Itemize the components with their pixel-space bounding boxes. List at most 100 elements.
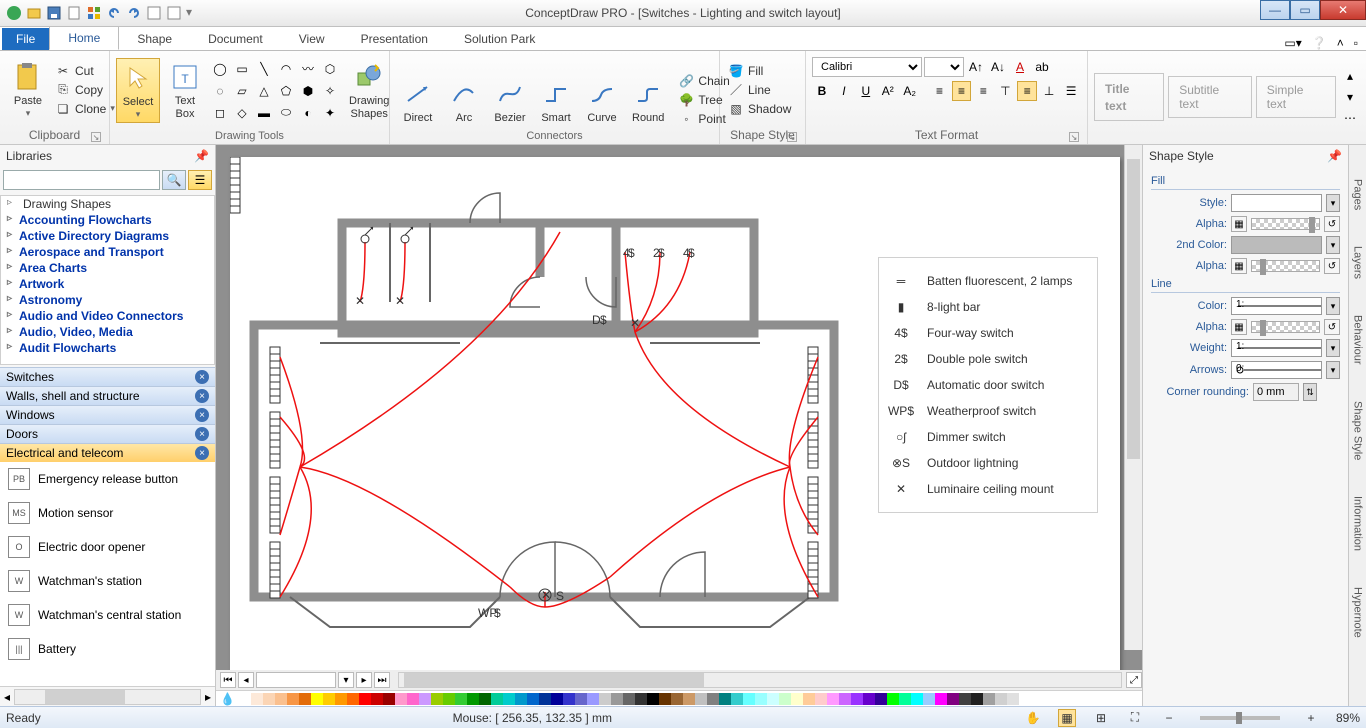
file-tab[interactable]: File <box>2 28 49 50</box>
sheet-tab[interactable] <box>256 672 336 688</box>
tree-item[interactable]: Aerospace and Transport <box>1 244 214 260</box>
sheet-more-icon[interactable]: ▾ <box>338 672 354 688</box>
tab-home[interactable]: Home <box>49 26 119 50</box>
color-swatch[interactable] <box>875 693 887 705</box>
reset-icon[interactable]: ↺ <box>1324 258 1340 274</box>
tree-item[interactable]: Artwork <box>1 276 214 292</box>
font-size-select[interactable]: 11 <box>924 57 964 77</box>
color-swatch[interactable] <box>323 693 335 705</box>
dropdown-icon[interactable]: ▾ <box>1326 236 1340 254</box>
style-simple[interactable]: Simple text <box>1256 76 1336 118</box>
zoom-out-icon[interactable]: − <box>1160 709 1178 727</box>
color-swatch[interactable] <box>587 693 599 705</box>
gallery-down-icon[interactable]: ▾ <box>1340 87 1360 107</box>
sheet-first-icon[interactable]: ⏮ <box>220 672 236 688</box>
color-swatch[interactable] <box>467 693 479 705</box>
line-weight-field[interactable]: 1: <box>1231 339 1322 357</box>
tree-item[interactable]: Area Charts <box>1 260 214 276</box>
maximize-button[interactable]: ▭ <box>1290 0 1320 20</box>
close-icon[interactable]: × <box>195 389 209 403</box>
color-swatch[interactable] <box>383 693 395 705</box>
increase-font-icon[interactable]: A↑ <box>966 57 986 77</box>
color-swatch[interactable] <box>611 693 623 705</box>
tree-item[interactable]: Astronomy <box>1 292 214 308</box>
hand-tool-icon[interactable]: ✋ <box>1024 709 1042 727</box>
close-icon[interactable]: × <box>195 446 209 460</box>
color-swatch[interactable] <box>683 693 695 705</box>
collapse-ribbon-icon[interactable]: ˄ <box>1337 36 1344 50</box>
underline-icon[interactable]: U <box>856 81 876 101</box>
shape-list[interactable]: PBEmergency release buttonMSMotion senso… <box>0 462 215 686</box>
drawing-shapes-button[interactable]: Drawing Shapes <box>343 57 395 123</box>
pin-icon[interactable]: 📌 <box>1327 149 1342 163</box>
clear-format-icon[interactable]: ab <box>1032 57 1052 77</box>
tab-presentation[interactable]: Presentation <box>343 28 446 50</box>
lib-walls[interactable]: Walls, shell and structure× <box>0 386 215 405</box>
qat-open-icon[interactable] <box>26 5 42 21</box>
qat-undo-icon[interactable] <box>106 5 122 21</box>
close-button[interactable]: ✕ <box>1320 0 1366 20</box>
qat-save-icon[interactable] <box>46 5 62 21</box>
gallery-up-icon[interactable]: ▴ <box>1340 66 1360 86</box>
tab-view[interactable]: View <box>281 28 343 50</box>
qat-pin-icon[interactable] <box>166 5 182 21</box>
align-bottom-icon[interactable]: ⊥ <box>1039 81 1059 101</box>
tab-solution-park[interactable]: Solution Park <box>446 28 553 50</box>
color-swatch[interactable] <box>995 693 1007 705</box>
drawing-page[interactable]: 4$ 2$ 4$ D$ ✕✕ ✕ ✕S WP$ ═Batten fluores <box>230 157 1120 670</box>
color-swatch[interactable] <box>431 693 443 705</box>
dropdown-icon[interactable]: ▾ <box>1326 297 1340 315</box>
color-swatch[interactable] <box>551 693 563 705</box>
superscript-icon[interactable]: A² <box>878 81 898 101</box>
bold-icon[interactable]: B <box>812 81 832 101</box>
color-swatch[interactable] <box>971 693 983 705</box>
grid-icon[interactable]: ⊞ <box>1092 709 1110 727</box>
window-icon[interactable]: ▭▾ <box>1284 36 1301 50</box>
line-alpha-slider[interactable] <box>1251 321 1320 333</box>
qat-new-icon[interactable] <box>66 5 82 21</box>
eyedropper-icon[interactable]: 💧 <box>220 692 235 706</box>
dropdown-icon[interactable]: ▾ <box>1326 339 1340 357</box>
fill-alpha-slider[interactable] <box>1251 218 1320 230</box>
color-swatch[interactable] <box>335 693 347 705</box>
subscript-icon[interactable]: A₂ <box>900 81 920 101</box>
color-palette[interactable]: 💧 <box>216 690 1142 706</box>
spinner-icon[interactable]: ⇅ <box>1303 383 1317 401</box>
decrease-font-icon[interactable]: A↓ <box>988 57 1008 77</box>
align-right-icon[interactable]: ≡ <box>973 81 993 101</box>
close-icon[interactable]: × <box>195 408 209 422</box>
color-swatch[interactable] <box>455 693 467 705</box>
color-swatch[interactable] <box>263 693 275 705</box>
left-hscroll[interactable]: ◂▸ <box>0 686 215 706</box>
canvas-vscroll[interactable] <box>1124 145 1142 650</box>
canvas-expand-icon[interactable]: ⤢ <box>1126 672 1142 688</box>
connector-curve[interactable]: Curve <box>580 74 624 128</box>
zoom-slider[interactable] <box>1200 716 1280 720</box>
canvas-hscroll[interactable] <box>398 672 1122 688</box>
reset-icon[interactable]: ↺ <box>1324 319 1340 335</box>
gallery-more-icon[interactable]: ⋯ <box>1340 108 1360 128</box>
align-middle-icon[interactable]: ≡ <box>1017 81 1037 101</box>
color-swatch[interactable] <box>743 693 755 705</box>
tree-item[interactable]: Audit Flowcharts <box>1 340 214 356</box>
qat-redo-icon[interactable] <box>126 5 142 21</box>
color-swatch[interactable] <box>311 693 323 705</box>
color-swatch[interactable] <box>827 693 839 705</box>
second-alpha-slider[interactable] <box>1251 260 1320 272</box>
color-swatch[interactable] <box>347 693 359 705</box>
color-swatch[interactable] <box>959 693 971 705</box>
select-tool[interactable]: Select▾ <box>116 58 160 124</box>
connector-arc[interactable]: Arc <box>442 74 486 128</box>
snap-icon[interactable]: ▦ <box>1058 709 1076 727</box>
lib-doors[interactable]: Doors× <box>0 424 215 443</box>
color-swatch[interactable] <box>695 693 707 705</box>
color-swatch[interactable] <box>803 693 815 705</box>
color-swatch[interactable] <box>659 693 671 705</box>
color-swatch[interactable] <box>527 693 539 705</box>
tab-shape[interactable]: Shape <box>119 28 190 50</box>
dropdown-icon[interactable]: ▾ <box>1326 194 1340 212</box>
line-button[interactable]: ／Line <box>726 81 793 99</box>
clipboard-launcher[interactable]: ↘ <box>91 132 101 142</box>
color-swatch[interactable] <box>815 693 827 705</box>
font-color-icon[interactable]: A <box>1010 57 1030 77</box>
